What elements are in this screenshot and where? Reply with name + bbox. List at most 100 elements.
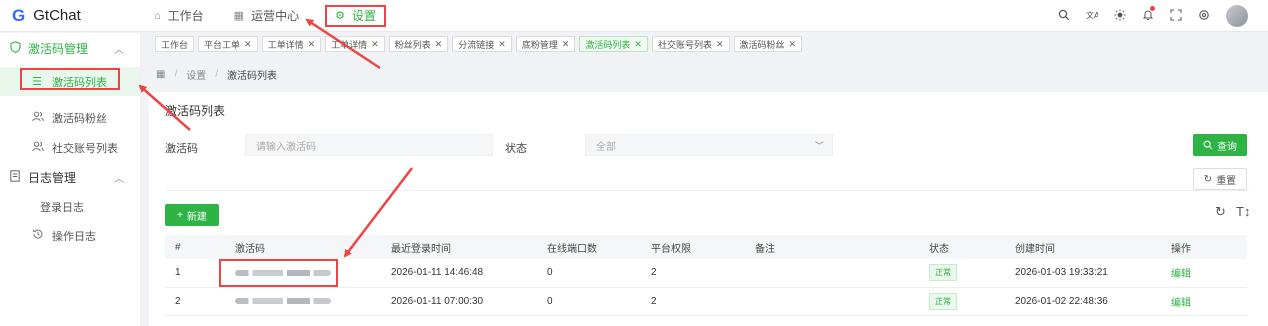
close-icon[interactable]: ✕ — [789, 39, 797, 50]
svg-text:文A: 文A — [1086, 10, 1098, 20]
tab-label: 工单详情 — [267, 39, 304, 50]
sidebar: 激活码管理 ︿ ☰ 激活码列表 激活码粉丝 社交账号列表 日志管理 ︿ 登录日志… — [0, 33, 141, 326]
logo-icon: G — [12, 5, 26, 25]
theme-icon[interactable] — [1106, 9, 1134, 24]
topnav-operations[interactable]: ▦ 运营中心 — [230, 5, 303, 27]
sidebar-group-logs[interactable]: 日志管理 ︿ — [0, 162, 140, 192]
redacted-code — [235, 297, 331, 304]
tab-social-accounts[interactable]: 社交账号列表 ✕ — [651, 36, 730, 52]
tab-split-links[interactable]: 分流链接 ✕ — [452, 36, 512, 52]
code-search-input[interactable]: 请输入激活码 — [245, 134, 493, 156]
column-header: 备注 — [745, 235, 919, 259]
fullscreen-icon[interactable] — [1162, 9, 1190, 24]
plus-icon: + — [177, 209, 183, 221]
tab-ticket-detail-2[interactable]: 工单详情 ✕ — [325, 36, 385, 52]
cell-platform-permission: 2 — [641, 287, 745, 316]
sidebar-item-label: 登录日志 — [40, 201, 84, 214]
settings-icon[interactable] — [1190, 9, 1218, 24]
table-header: # 激活码 最近登录时间 在线端口数 平台权限 备注 状态 创建时间 操作 — [165, 235, 1247, 259]
sidebar-item-operation-logs[interactable]: 操作日志 — [0, 221, 140, 250]
search-icon[interactable] — [1050, 9, 1078, 24]
close-icon[interactable]: ✕ — [435, 39, 443, 50]
reset-button-label: 重置 — [1216, 175, 1237, 187]
edit-link[interactable]: 编辑 — [1171, 298, 1191, 309]
translate-icon[interactable]: 文A — [1078, 9, 1106, 24]
sidebar-group-activation[interactable]: 激活码管理 ︿ — [0, 33, 140, 63]
tab-activation-fans[interactable]: 激活码粉丝 ✕ — [733, 36, 803, 52]
tab-label: 激活码粉丝 — [739, 39, 785, 50]
close-icon[interactable]: ✕ — [244, 39, 252, 50]
reset-button[interactable]: ↻ 重置 — [1193, 168, 1247, 190]
edit-link[interactable]: 编辑 — [1171, 269, 1191, 280]
app-logo[interactable]: G GtChat — [0, 6, 150, 26]
sidebar-item-label: 激活码粉丝 — [52, 112, 107, 125]
gear-icon: ⚙ — [335, 10, 345, 22]
cell-note — [745, 287, 919, 316]
tabs-bar: 工作台 平台工单 ✕ 工单详情 ✕ 工单详情 ✕ 粉丝列表 ✕ 分流链接 ✕ 底粉管理 ✕ … — [155, 36, 806, 52]
tab-platform-tickets[interactable]: 平台工单 ✕ — [198, 36, 258, 52]
new-button[interactable]: + 新建 — [165, 204, 219, 226]
close-icon[interactable]: ✕ — [308, 39, 316, 50]
tab-label: 激活码列表 — [585, 39, 631, 50]
grid-icon[interactable]: ▦ — [156, 69, 165, 80]
breadcrumb-current: 激活码列表 — [227, 70, 278, 82]
cell-online-ports: 0 — [537, 287, 641, 316]
cell-last-login: 2026-01-11 07:00:30 — [381, 287, 537, 316]
refresh-icon: ↻ — [1203, 173, 1213, 185]
column-header: 平台权限 — [641, 235, 745, 259]
sidebar-item-label: 社交账号列表 — [52, 142, 118, 155]
tab-workbench[interactable]: 工作台 — [155, 36, 195, 52]
tab-label: 工单详情 — [331, 39, 368, 50]
tab-base-fans[interactable]: 底粉管理 ✕ — [515, 36, 576, 52]
document-icon — [10, 169, 28, 185]
top-bar: G GtChat ⌂ 工作台 ▦ 运营中心 ⚙ 设置 文A — [0, 0, 1268, 32]
status-badge: 正常 — [929, 292, 957, 310]
table-row: 2 2026-01-11 07:00:30 0 2 正常 2026-01-02 … — [165, 287, 1247, 316]
top-nav: ⌂ 工作台 ▦ 运营中心 ⚙ 设置 — [150, 0, 408, 32]
status-select[interactable]: 全部 ﹀ — [585, 134, 833, 156]
sidebar-item-activation-fans[interactable]: 激活码粉丝 — [0, 103, 140, 132]
topnav-label: 运营中心 — [251, 9, 300, 23]
sidebar-item-login-logs[interactable]: 登录日志 — [0, 192, 140, 221]
status-select-value: 全部 — [596, 141, 616, 153]
app-title: GtChat — [33, 7, 81, 24]
cell-created: 2026-01-03 19:33:21 — [1005, 259, 1161, 288]
avatar[interactable] — [1226, 5, 1248, 27]
close-icon[interactable]: ✕ — [716, 39, 724, 50]
query-button[interactable]: 查询 — [1193, 134, 1247, 156]
tab-ticket-detail[interactable]: 工单详情 ✕ — [261, 36, 322, 52]
sidebar-item-activation-list[interactable]: ☰ 激活码列表 — [0, 67, 140, 96]
refresh-icon[interactable]: ↻ — [1215, 204, 1226, 220]
close-icon[interactable]: ✕ — [371, 39, 379, 50]
activation-code-table: # 激活码 最近登录时间 在线端口数 平台权限 备注 状态 创建时间 操作 1 … — [165, 235, 1247, 316]
redacted-code — [235, 269, 331, 276]
close-icon[interactable]: ✕ — [498, 39, 506, 50]
sidebar-item-social-accounts[interactable]: 社交账号列表 — [0, 133, 140, 162]
cell-index: 2 — [165, 287, 225, 316]
cell-activation-code — [225, 287, 381, 316]
topnav-workbench[interactable]: ⌂ 工作台 — [150, 5, 208, 27]
topnav-settings[interactable]: ⚙ 设置 — [325, 4, 386, 27]
status-filter-label: 状态 — [505, 143, 527, 155]
tab-fans-list[interactable]: 粉丝列表 ✕ — [388, 36, 449, 52]
list-icon: ☰ — [32, 76, 42, 88]
users-icon — [32, 141, 52, 155]
density-icon[interactable]: T↕ — [1236, 204, 1250, 219]
cell-platform-permission: 2 — [641, 259, 745, 288]
chevron-up-icon: ︿ — [114, 44, 124, 56]
column-header: # — [165, 235, 225, 259]
tab-label: 底粉管理 — [521, 39, 558, 50]
chevron-down-icon: ﹀ — [814, 140, 824, 151]
query-button-label: 查询 — [1217, 141, 1237, 153]
tab-activation-list[interactable]: 激活码列表 ✕ — [579, 36, 648, 52]
column-header: 操作 — [1161, 235, 1247, 259]
history-icon — [32, 228, 52, 243]
divider — [165, 190, 1249, 191]
cell-status: 正常 — [919, 259, 1005, 288]
close-icon[interactable]: ✕ — [634, 39, 642, 50]
shield-icon — [10, 40, 28, 56]
breadcrumb-settings[interactable]: 设置 — [186, 67, 206, 82]
close-icon[interactable]: ✕ — [562, 39, 570, 50]
notification-dot — [1150, 5, 1155, 11]
bell-icon[interactable] — [1134, 5, 1162, 24]
